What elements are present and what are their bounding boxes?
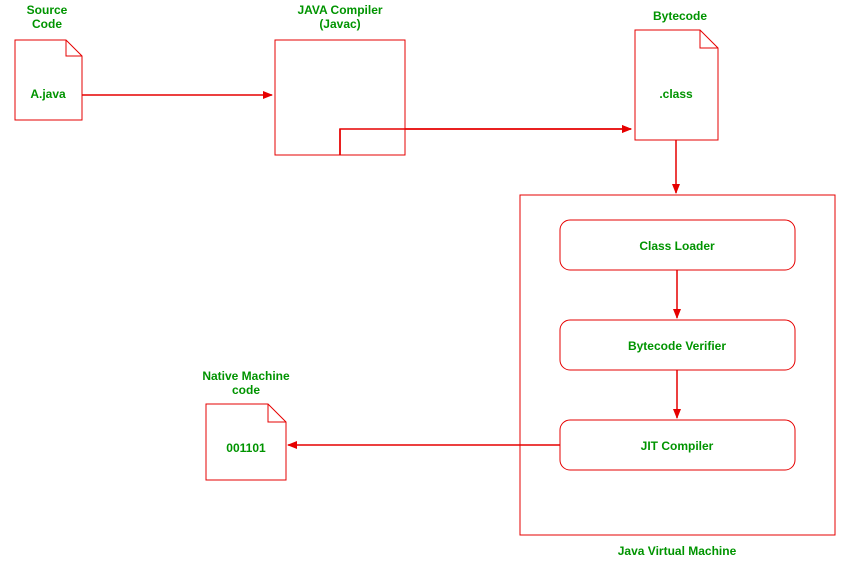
java-compilation-diagram: Source Code A.java JAVA Compiler (Javac)… — [0, 0, 860, 578]
compiler-label-l2: (Javac) — [319, 17, 360, 31]
jvm-container: Java Virtual Machine Class Loader Byteco… — [520, 195, 835, 558]
bytecode-verifier-label: Bytecode Verifier — [628, 339, 726, 353]
source-code-box: Source Code A.java — [15, 3, 82, 120]
source-file-label: A.java — [30, 87, 66, 101]
source-code-label-l2: Code — [32, 17, 62, 31]
jvm-label: Java Virtual Machine — [618, 544, 737, 558]
native-code-box: Native Machine code 001101 — [202, 369, 290, 480]
arrow-compiler-to-bytecode — [340, 129, 631, 155]
jit-compiler-label: JIT Compiler — [641, 439, 714, 453]
native-file-label: 001101 — [226, 441, 266, 455]
native-label-l1: Native Machine — [202, 369, 290, 383]
source-code-label-l1: Source — [27, 3, 68, 17]
bytecode-file-label: .class — [659, 87, 693, 101]
compiler-label-l1: JAVA Compiler — [297, 3, 382, 17]
bytecode-box: Bytecode .class — [635, 9, 718, 140]
native-label-l2: code — [232, 383, 260, 397]
class-loader-label: Class Loader — [639, 239, 715, 253]
bytecode-label: Bytecode — [653, 9, 707, 23]
